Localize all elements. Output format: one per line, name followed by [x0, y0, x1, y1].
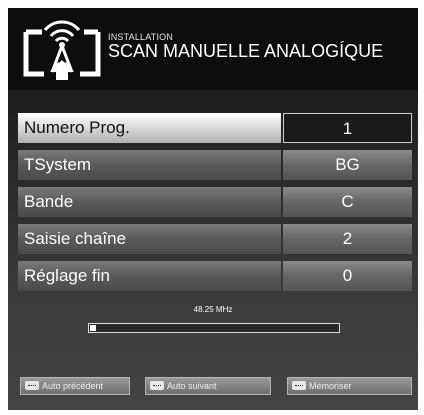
setting-value[interactable]: 0	[283, 261, 412, 291]
setting-value[interactable]: 1	[283, 113, 412, 143]
setting-label: TSystem	[18, 150, 281, 180]
setting-row-fine-tune[interactable]: Réglage fin 0	[18, 261, 412, 291]
scan-progress-bar	[88, 323, 340, 333]
menu-header: INSTALLATION SCAN MANUELLE ANALOGÍQUE	[8, 8, 418, 90]
blue-key-icon	[292, 381, 306, 391]
setting-value[interactable]: 2	[283, 224, 412, 254]
green-key-icon	[150, 381, 164, 391]
scan-progress-fill	[90, 325, 96, 331]
auto-next-button[interactable]: Auto suivant	[145, 377, 271, 395]
setting-value[interactable]: BG	[283, 150, 412, 180]
setting-row-channel-entry[interactable]: Saisie chaîne 2	[18, 224, 412, 254]
memorize-button[interactable]: Mémoriser	[287, 377, 412, 395]
setting-row-band[interactable]: Bande C	[18, 187, 412, 217]
setting-value[interactable]: C	[283, 187, 412, 217]
settings-list: Numero Prog. 1 TSystem BG Bande C Saisie…	[18, 113, 412, 298]
frequency-readout: 48.25 MHz	[193, 305, 233, 314]
button-label: Auto précédent	[42, 381, 104, 391]
setting-row-program-number[interactable]: Numero Prog. 1	[18, 113, 412, 143]
antenna-broadcast-icon	[23, 20, 101, 80]
setting-label: Saisie chaîne	[18, 224, 281, 254]
setting-label: Bande	[18, 187, 281, 217]
setting-label: Numero Prog.	[18, 113, 281, 143]
red-key-icon	[25, 381, 39, 391]
button-label: Mémoriser	[309, 381, 352, 391]
button-label: Auto suivant	[167, 381, 217, 391]
setting-label: Réglage fin	[18, 261, 281, 291]
setting-row-tsystem[interactable]: TSystem BG	[18, 150, 412, 180]
tv-menu-screen: INSTALLATION SCAN MANUELLE ANALOGÍQUE Nu…	[8, 8, 418, 410]
auto-previous-button[interactable]: Auto précédent	[20, 377, 130, 395]
page-title: SCAN MANUELLE ANALOGÍQUE	[108, 41, 384, 61]
